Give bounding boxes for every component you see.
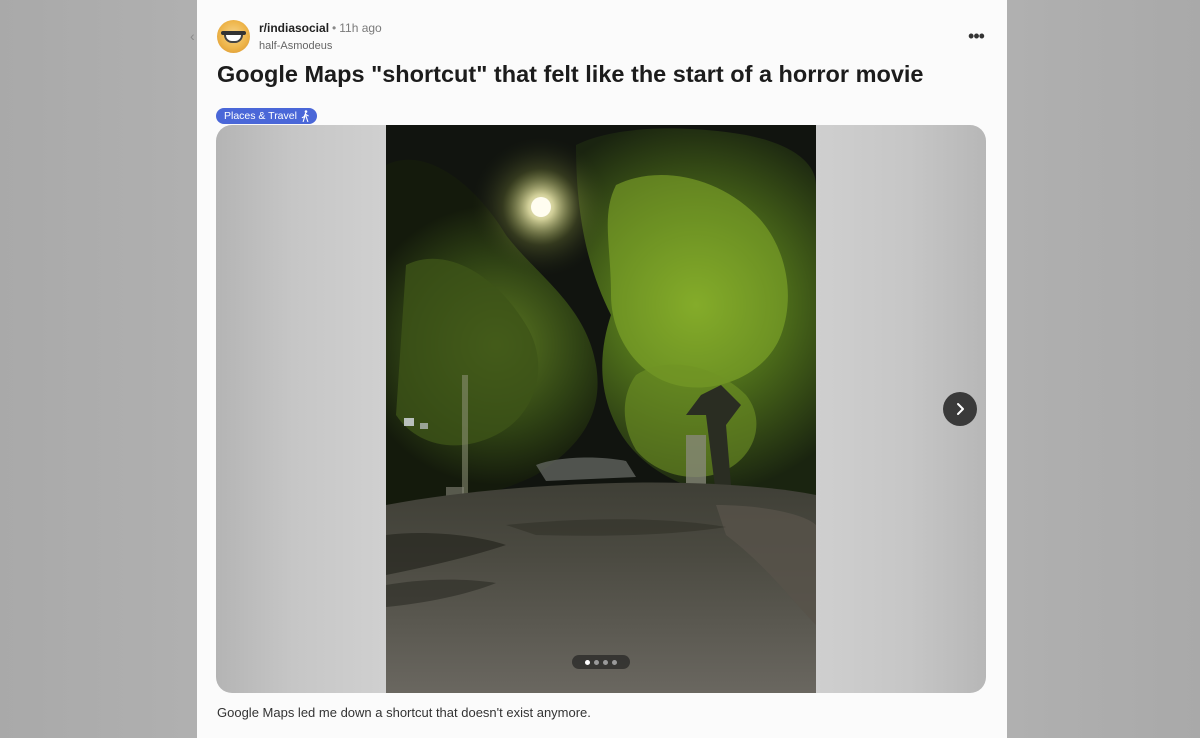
flair-label: Places & Travel [224,110,297,122]
post-time: 11h ago [339,21,382,35]
gallery-dot-1[interactable] [585,659,590,665]
night-street-image [386,125,816,693]
meta-separator: • [332,21,337,35]
gallery-pagination [572,655,630,669]
night-street-photo[interactable] [386,125,816,693]
more-options-button[interactable]: ••• [964,27,988,45]
gallery-dot-2[interactable] [594,659,599,665]
post-card: r/indiasocial • 11h ago half-Asmodeus ••• … [197,0,1007,738]
subreddit-link[interactable]: r/indiasocial [259,21,329,35]
post-media-gallery[interactable] [216,125,986,693]
chevron-right-icon [957,403,964,415]
avatar-glasses-icon [221,31,246,35]
author-link[interactable]: half-Asmodeus [259,39,332,53]
subreddit-avatar[interactable] [217,20,250,53]
post-title[interactable]: Google Maps "shortcut" that felt like th… [217,58,987,90]
page: ‹ r/indiasocial • 11h ago half-Asmodeus ••… [0,0,1200,738]
post-header: r/indiasocial • 11h ago half-Asmodeus [217,18,977,54]
post-meta: r/indiasocial • 11h ago [259,21,382,36]
post-caption: Google Maps led me down a shortcut that … [217,705,591,720]
gallery-dot-3[interactable] [603,659,608,665]
walking-person-icon [301,110,309,122]
gallery-dot-4[interactable] [612,659,617,665]
next-image-button[interactable] [943,392,977,426]
post-flair[interactable]: Places & Travel [216,108,317,124]
